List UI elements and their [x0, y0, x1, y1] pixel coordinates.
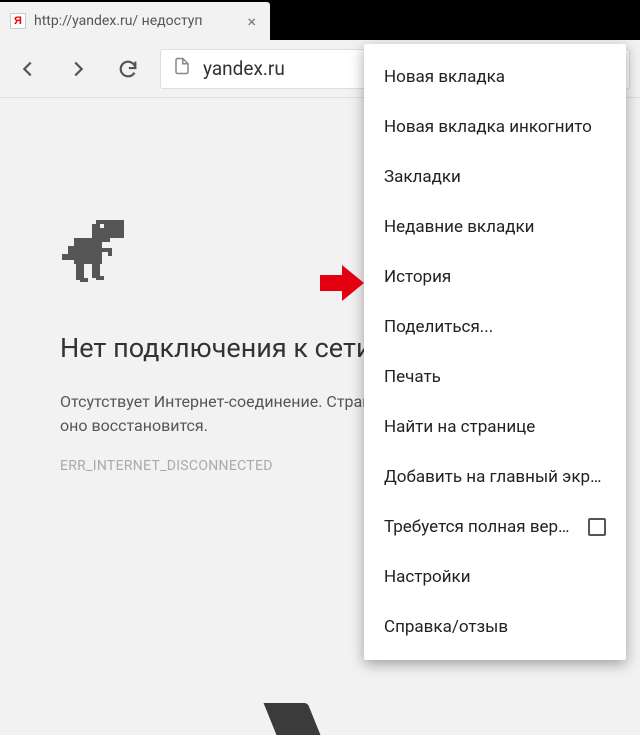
- close-icon[interactable]: ×: [243, 12, 260, 31]
- menu-item-5[interactable]: Поделиться...: [364, 302, 626, 352]
- back-button[interactable]: [10, 51, 46, 87]
- menu-item-label: История: [384, 267, 451, 287]
- menu-item-label: Справка/отзыв: [384, 617, 508, 637]
- menu-item-label: Настройки: [384, 567, 471, 587]
- menu-item-label: Поделиться...: [384, 317, 493, 337]
- menu-item-label: Требуется полная верс…: [384, 517, 578, 537]
- favicon-yandex: Я: [10, 13, 26, 29]
- menu-item-label: Новая вкладка инкогнито: [384, 117, 592, 137]
- menu-item-4[interactable]: История: [364, 252, 626, 302]
- menu-item-1[interactable]: Новая вкладка инкогнито: [364, 102, 626, 152]
- menu-item-label: Печать: [384, 367, 441, 387]
- menu-item-label: Найти на странице: [384, 417, 535, 437]
- menu-item-3[interactable]: Недавние вкладки: [364, 202, 626, 252]
- menu-item-8[interactable]: Добавить на главный экран: [364, 452, 626, 502]
- menu-item-10[interactable]: Настройки: [364, 552, 626, 602]
- browser-window: Я http://yandex.ru/ недоступ × yandex.ru: [0, 0, 640, 735]
- tab-decoration: [264, 703, 321, 735]
- menu-item-9[interactable]: Требуется полная верс…: [364, 502, 626, 552]
- menu-item-11[interactable]: Справка/отзыв: [364, 602, 626, 652]
- highlight-arrow-icon: [320, 265, 364, 305]
- address-text: yandex.ru: [203, 57, 285, 80]
- menu-item-6[interactable]: Печать: [364, 352, 626, 402]
- site-info-icon[interactable]: [173, 57, 191, 80]
- menu-item-label: Недавние вкладки: [384, 217, 534, 237]
- reload-button[interactable]: [110, 51, 146, 87]
- menu-item-2[interactable]: Закладки: [364, 152, 626, 202]
- menu-item-label: Закладки: [384, 167, 461, 187]
- menu-item-0[interactable]: Новая вкладка: [364, 52, 626, 102]
- menu-item-label: Добавить на главный экран: [384, 467, 606, 487]
- tab-title: http://yandex.ru/ недоступ: [34, 13, 243, 29]
- tab-active[interactable]: Я http://yandex.ru/ недоступ ×: [0, 2, 270, 40]
- tab-strip: Я http://yandex.ru/ недоступ ×: [0, 0, 640, 40]
- browser-menu: Новая вкладка Новая вкладка инкогнито Закл…: [364, 44, 626, 660]
- menu-item-7[interactable]: Найти на странице: [364, 402, 626, 452]
- checkbox-icon[interactable]: [588, 518, 606, 536]
- forward-button[interactable]: [60, 51, 96, 87]
- menu-item-label: Новая вкладка: [384, 67, 505, 87]
